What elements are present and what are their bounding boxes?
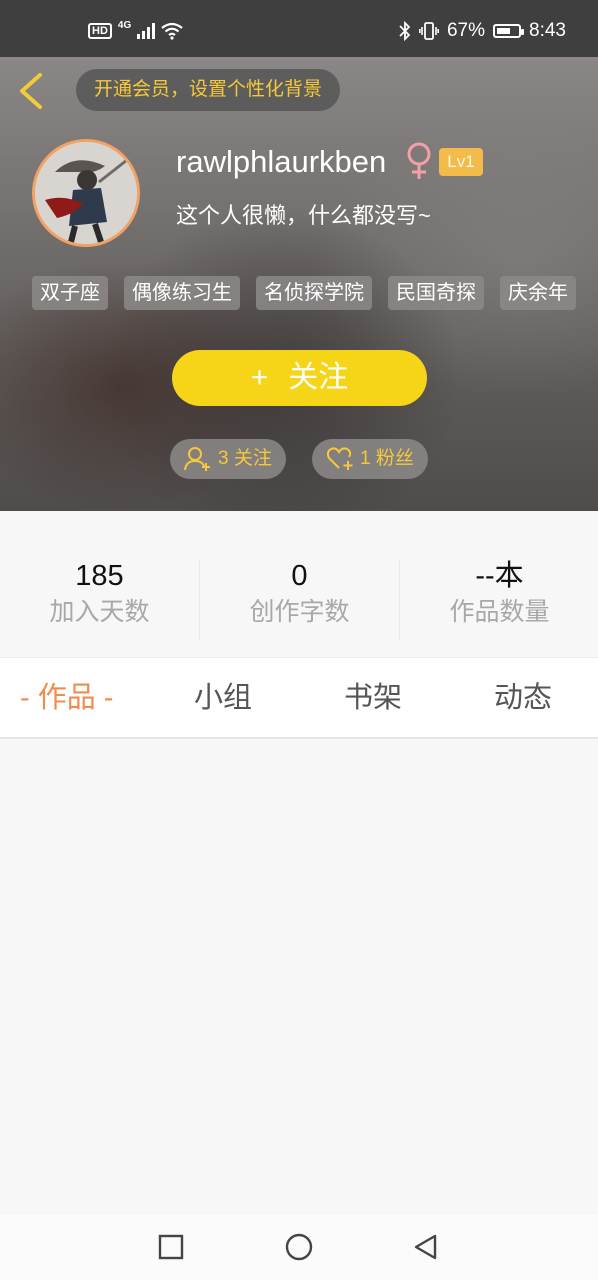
stat-label: 作品数量 xyxy=(449,598,550,626)
heart-plus-icon xyxy=(326,447,353,470)
tag-item[interactable]: 庆余年 xyxy=(500,276,576,310)
circle-icon[interactable] xyxy=(283,1231,315,1263)
stat-value: --本 xyxy=(475,560,524,592)
stat-label: 加入天数 xyxy=(49,598,150,626)
tag-list: 双子座 偶像练习生 名侦探学院 民国奇探 庆余年 xyxy=(32,276,598,310)
tag-item[interactable]: 名侦探学院 xyxy=(256,276,372,310)
stat-value: 0 xyxy=(291,560,308,592)
system-nav-bar xyxy=(0,1215,598,1280)
square-icon[interactable] xyxy=(155,1231,187,1263)
female-icon xyxy=(407,142,431,179)
avatar-illustration xyxy=(35,142,137,244)
tag-item[interactable]: 双子座 xyxy=(32,276,108,310)
tab-groups[interactable]: 小组 xyxy=(194,658,252,738)
tag-item[interactable]: 偶像练习生 xyxy=(124,276,240,310)
following-count: 3 关注 xyxy=(218,448,272,469)
profile-header: 开通会员，设置个性化背景 rawlphlaurkben Lv1 这个人很懒，什么… xyxy=(0,57,598,511)
plus-icon: + xyxy=(250,361,269,394)
tag-item[interactable]: 民国奇探 xyxy=(388,276,484,310)
tab-activity[interactable]: 动态 xyxy=(494,658,552,738)
profile-tabs: - 作品 - 小组 书架 动态 xyxy=(0,657,598,739)
bio: 这个人很懒，什么都没写~ xyxy=(176,203,431,228)
battery-fill xyxy=(497,28,511,34)
status-left: HD 4G xyxy=(88,19,183,40)
following-chip[interactable]: 3 关注 xyxy=(170,439,286,479)
follow-button-label: 关注 xyxy=(288,361,349,394)
level-badge: Lv1 xyxy=(439,148,483,176)
status-right: 67% 8:43 xyxy=(399,20,566,42)
network-label: 4G xyxy=(117,19,132,31)
username: rawlphlaurkben xyxy=(176,144,387,179)
battery-percent: 67% xyxy=(446,20,486,41)
status-bar: HD 4G 67% 8:43 xyxy=(0,0,598,57)
stat-value: 185 xyxy=(75,560,124,592)
stat-label: 创作字数 xyxy=(249,598,350,626)
battery-icon xyxy=(493,24,525,38)
bluetooth-icon xyxy=(399,21,411,41)
follow-button[interactable]: + 关注 xyxy=(172,350,427,406)
stats-panel: 185 加入天数 0 创作字数 --本 作品数量 xyxy=(0,511,598,657)
tab-content xyxy=(0,739,598,1215)
hd-badge: HD xyxy=(88,23,112,39)
followers-count: 1 粉丝 xyxy=(360,448,414,469)
stat-join-days: 185 加入天数 xyxy=(0,559,199,629)
wifi-icon xyxy=(161,22,183,40)
avatar[interactable] xyxy=(32,139,140,247)
followers-chip[interactable]: 1 粉丝 xyxy=(312,439,428,479)
tab-bookshelf[interactable]: 书架 xyxy=(344,658,402,738)
signal-icon xyxy=(137,23,156,39)
tab-works[interactable]: - 作品 - xyxy=(20,658,113,738)
clock: 8:43 xyxy=(529,20,566,41)
vibrate-icon xyxy=(418,22,439,40)
triangle-back-icon[interactable] xyxy=(410,1231,442,1263)
chevron-left-icon[interactable] xyxy=(14,71,50,111)
stat-word-count: 0 创作字数 xyxy=(200,559,399,629)
stat-works-count: --本 作品数量 xyxy=(400,559,598,629)
user-plus-icon xyxy=(184,447,210,471)
vip-background-prompt[interactable]: 开通会员，设置个性化背景 xyxy=(76,69,341,111)
